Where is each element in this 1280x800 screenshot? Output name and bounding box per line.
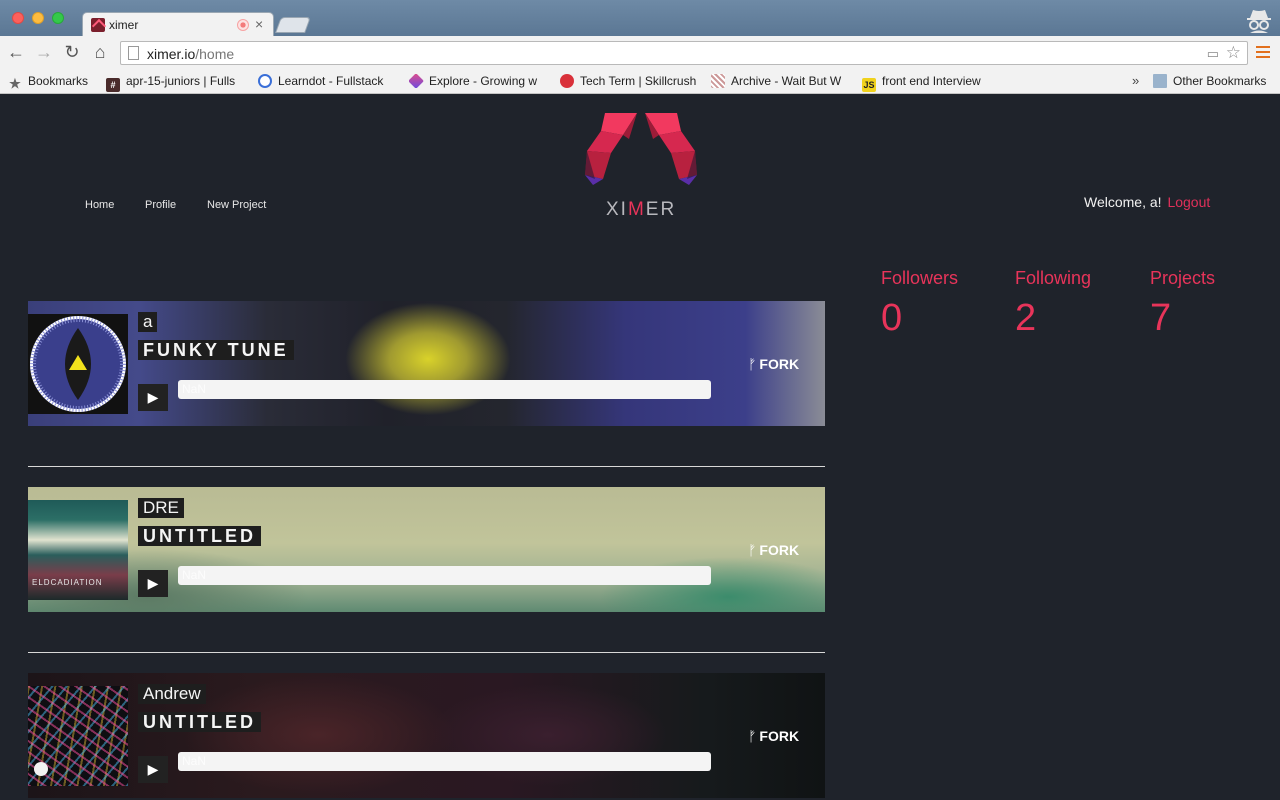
close-window-button[interactable] [12,12,24,24]
play-icon: ▶ [147,575,159,591]
album-cover[interactable] [28,314,128,414]
bookmark-explore[interactable]: Explore - Growing w [409,74,545,88]
skillcrush-icon [560,74,574,88]
project-title: UNTITLED [138,712,261,732]
new-tab-button[interactable] [275,17,311,33]
project-title: UNTITLED [138,526,261,546]
js-icon: JS [862,78,876,92]
divider [28,466,825,467]
play-icon: ▶ [147,389,159,405]
stat-value: 2 [1015,297,1037,339]
project-card: a FUNKY TUNE ▶ NaN ᚠ FORK [28,301,825,426]
waitbutwhy-icon [711,74,725,88]
progress-bar[interactable]: NaN [178,566,711,585]
forward-arrow-icon[interactable]: → [34,42,54,62]
stat-following[interactable]: Following 2 [1015,268,1091,340]
browser-titlebar: ximer × [0,0,1280,36]
ximer-logo-icon[interactable] [583,109,699,199]
album-cover[interactable]: ELDCADIATION [28,500,128,600]
project-title: FUNKY TUNE [138,340,294,360]
home-icon[interactable]: ⌂ [90,42,110,62]
nav-home[interactable]: Home [85,199,114,211]
bookmark-wait-but-why[interactable]: Archive - Wait But W [711,74,847,88]
camera-icon[interactable]: ▭ [1207,46,1219,62]
fork-icon: ᚠ [748,356,757,372]
back-arrow-icon[interactable]: ← [6,42,26,62]
bookmark-front-end-interview[interactable]: JS front end Interview [862,74,1002,92]
cover-badge-icon [34,762,48,776]
stat-label: Following [1015,268,1092,288]
stat-label: Projects [1150,268,1216,288]
project-card: ELDCADIATION DRE UNTITLED ▶ NaN ᚠ FORK [28,487,825,612]
album-art-icon [30,316,126,412]
browser-tab[interactable]: ximer × [82,12,274,36]
divider [28,652,825,653]
bookmark-star-icon[interactable]: ☆ [1226,43,1241,63]
progress-bar[interactable]: NaN [178,380,711,399]
progress-bar[interactable]: NaN [178,752,711,771]
incognito-icon [1247,10,1271,33]
project-card: Andrew UNTITLED ▶ NaN ᚠ FORK [28,673,825,798]
bookmark-learndot[interactable]: Learndot - Fullstack [258,74,394,88]
brand-wordmark: XIMER [606,199,677,220]
nav-profile[interactable]: Profile [145,199,176,211]
fork-icon: ᚠ [748,728,757,744]
fork-button[interactable]: ᚠ FORK [748,728,799,744]
bookmark-skillcrush[interactable]: Tech Term | Skillcrush [560,74,704,88]
stat-projects[interactable]: Projects 7 [1150,268,1215,340]
nav-new-project[interactable]: New Project [207,199,266,211]
url-text[interactable]: ximer.io/home [147,46,234,62]
tab-title: ximer [109,18,139,32]
stat-label: Followers [881,268,959,288]
bookmarks-overflow-chevron[interactable]: » [1132,73,1139,88]
maximize-window-button[interactable] [52,12,64,24]
cover-text: ELDCADIATION [32,578,103,587]
bookmarks-folder[interactable]: ★ Bookmarks [8,74,88,91]
progress-text: NaN [182,568,207,582]
play-icon: ▶ [147,761,159,777]
welcome-message: Welcome, a! Logout [1084,194,1210,210]
project-author[interactable]: Andrew [138,684,206,704]
play-button[interactable]: ▶ [138,570,168,597]
folder-icon [1153,74,1167,88]
stat-value: 7 [1150,297,1172,339]
learndot-icon [258,74,272,88]
progress-text: NaN [182,382,207,396]
explore-icon [409,74,424,88]
minimize-window-button[interactable] [32,12,44,24]
address-bar[interactable]: ximer.io/home ▭ ☆ [120,41,1248,65]
welcome-text: Welcome, a! [1084,194,1162,210]
bookmark-apr-15-juniors[interactable]: # apr-15-juniors | Fulls [106,74,244,92]
close-tab-icon[interactable]: × [255,16,263,32]
fork-button[interactable]: ᚠ FORK [748,542,799,558]
bookmarks-bar: ★ Bookmarks # apr-15-juniors | Fulls Learn… [0,70,1280,94]
progress-text: NaN [182,754,207,768]
recording-icon [237,19,249,31]
stat-value: 0 [881,297,903,339]
album-cover[interactable] [28,686,128,786]
slack-hash-icon: # [106,78,120,92]
browser-toolbar: ← → ↻ ⌂ ximer.io/home ▭ ☆ [0,36,1280,70]
play-button[interactable]: ▶ [138,384,168,411]
fork-button[interactable]: ᚠ FORK [748,356,799,372]
stat-followers[interactable]: Followers 0 [881,268,958,340]
other-bookmarks-folder[interactable]: Other Bookmarks [1153,74,1266,88]
project-author[interactable]: a [138,312,158,332]
logout-link[interactable]: Logout [1167,194,1210,210]
star-icon: ★ [9,76,21,91]
reload-icon[interactable]: ↻ [62,42,82,62]
ximer-favicon-icon [91,18,105,32]
browser-menu-icon[interactable] [1256,46,1270,60]
fork-icon: ᚠ [748,542,757,558]
project-author[interactable]: DRE [138,498,184,518]
play-button[interactable]: ▶ [138,756,168,783]
page-icon [128,46,139,60]
page: Home Profile New Project XIMER Welcome, … [0,95,1280,800]
